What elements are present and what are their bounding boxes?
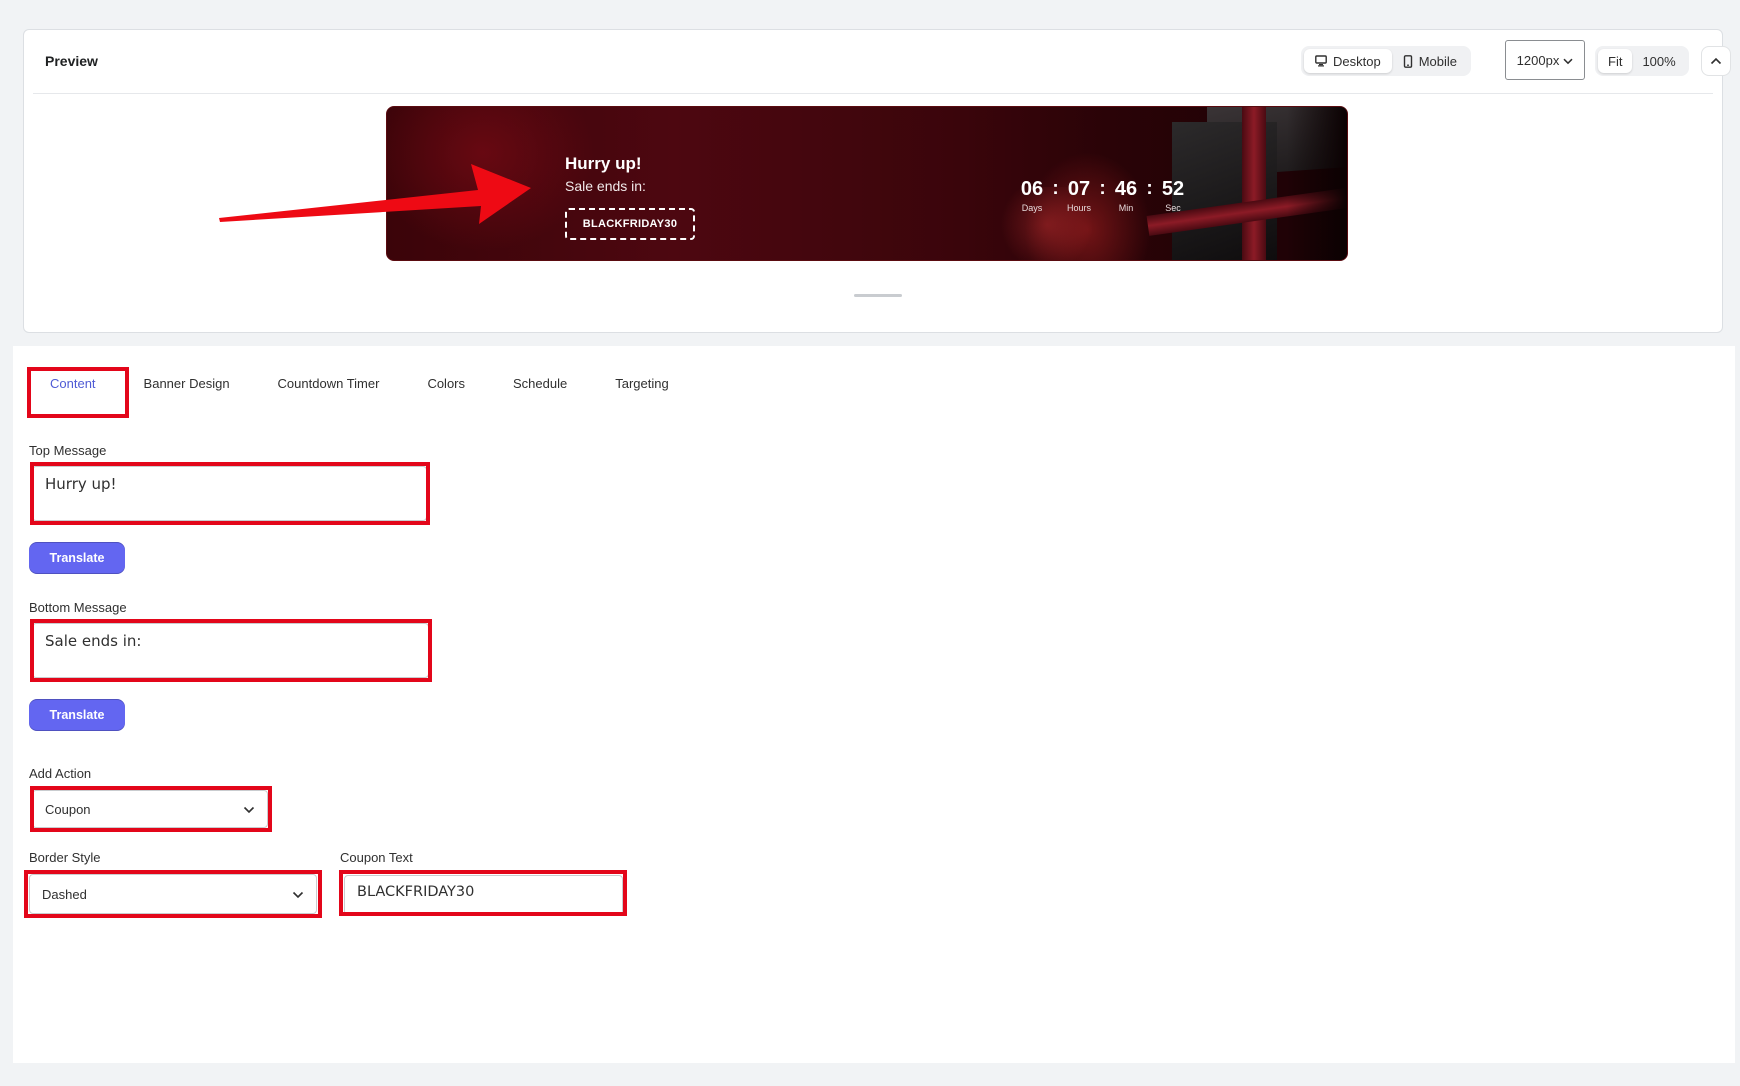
timer-days-value: 06 (1020, 178, 1044, 200)
tab-countdown-timer[interactable]: Countdown Timer (254, 366, 404, 401)
banner-coupon[interactable]: BLACKFRIDAY30 (565, 208, 695, 240)
border-style-value: Dashed (42, 886, 87, 902)
desktop-label: Desktop (1333, 53, 1381, 69)
zoom-toggle: Fit 100% (1595, 46, 1689, 76)
collapse-button[interactable] (1701, 46, 1731, 76)
tab-content[interactable]: Content (26, 366, 120, 401)
tab-colors[interactable]: Colors (403, 366, 489, 401)
translate-bottom-button[interactable]: Translate (29, 699, 125, 731)
tab-banner-design[interactable]: Banner Design (120, 366, 254, 401)
timer-hours: 07 Hours (1064, 178, 1094, 213)
banner-bottom-message: Sale ends in: (565, 178, 646, 194)
ribbon-image (1242, 107, 1266, 260)
border-style-label: Border Style (29, 850, 101, 865)
preview-title: Preview (45, 53, 98, 69)
phone-icon (1403, 54, 1413, 68)
banner-shade (1287, 107, 1347, 260)
fit-button[interactable]: Fit (1598, 49, 1633, 73)
chevron-down-icon (1563, 53, 1573, 68)
bottom-message-input[interactable]: Sale ends in: (32, 623, 429, 678)
timer-sec-value: 52 (1161, 178, 1185, 200)
zoom-100-button[interactable]: 100% (1632, 49, 1685, 73)
preview-divider (33, 93, 1713, 94)
coupon-text-input[interactable]: BLACKFRIDAY30 (344, 875, 623, 915)
tab-targeting[interactable]: Targeting (591, 366, 692, 401)
bottom-message-label: Bottom Message (29, 600, 127, 615)
countdown-timer: 06 Days : 07 Hours : 46 Min : 52 Sec (1017, 178, 1188, 213)
banner-top-message: Hurry up! (565, 154, 642, 173)
add-action-select[interactable]: Coupon (32, 790, 268, 828)
timer-sec: 52 Sec (1158, 178, 1188, 213)
width-select[interactable]: 1200px (1505, 40, 1585, 80)
timer-min-label: Min (1118, 203, 1134, 213)
timer-min-value: 46 (1114, 178, 1138, 200)
settings-tabs: Content Banner Design Countdown Timer Co… (26, 366, 693, 401)
coupon-text-label: Coupon Text (340, 850, 413, 865)
timer-separator: : (1099, 178, 1106, 199)
translate-top-button[interactable]: Translate (29, 542, 125, 574)
countdown-banner (386, 106, 1348, 261)
timer-min: 46 Min (1111, 178, 1141, 213)
border-style-select[interactable]: Dashed (29, 874, 317, 914)
top-message-input[interactable]: Hurry up! (32, 466, 427, 521)
monitor-icon (1315, 55, 1327, 67)
desktop-button[interactable]: Desktop (1304, 49, 1392, 73)
mobile-button[interactable]: Mobile (1392, 49, 1468, 73)
width-select-value: 1200px (1516, 52, 1560, 68)
chevron-down-icon (243, 802, 255, 817)
timer-separator: : (1052, 178, 1059, 199)
resize-handle[interactable] (854, 294, 902, 297)
tab-schedule[interactable]: Schedule (489, 366, 591, 401)
timer-days-label: Days (1021, 203, 1043, 213)
chevron-up-icon (1710, 52, 1722, 70)
timer-hours-value: 07 (1067, 178, 1091, 200)
add-action-value: Coupon (45, 801, 91, 817)
timer-hours-label: Hours (1066, 203, 1091, 213)
timer-sec-label: Sec (1165, 203, 1181, 213)
timer-separator: : (1146, 178, 1153, 199)
mobile-label: Mobile (1418, 53, 1457, 69)
add-action-label: Add Action (29, 766, 92, 781)
device-toggle: Desktop Mobile (1301, 46, 1471, 76)
timer-days: 06 Days (1017, 178, 1047, 213)
top-message-label: Top Message (29, 443, 107, 458)
chevron-down-icon (292, 887, 304, 902)
